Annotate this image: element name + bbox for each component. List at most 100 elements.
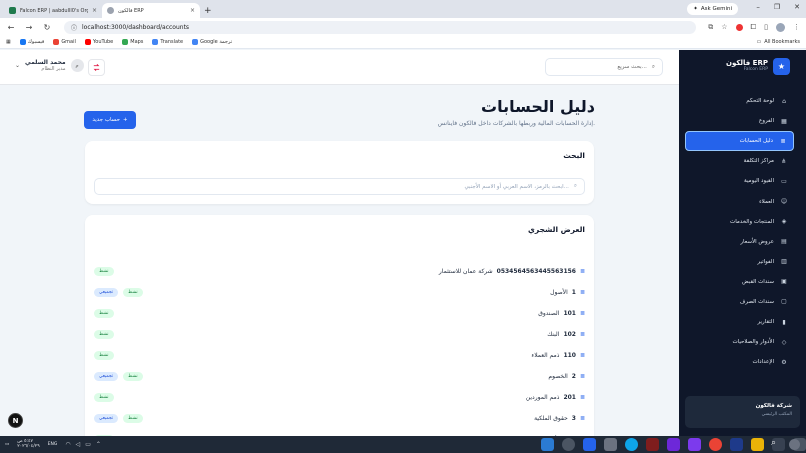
- main-content: حساب جديد + دليل الحسابات إدارة الحسابات…: [0, 85, 679, 436]
- new-tab-button[interactable]: +: [204, 6, 212, 16]
- sidebar-item-0[interactable]: لوحة التحكم ⌂: [685, 91, 794, 111]
- extensions-puzzle-icon[interactable]: ⧠: [751, 23, 757, 32]
- switch-company-button[interactable]: [88, 59, 105, 76]
- settings-icon[interactable]: [562, 438, 575, 451]
- account-search-placeholder: ابحث بالرمز، الاسم العربي أو الاسم الأجن…: [464, 183, 569, 190]
- app-icon[interactable]: [688, 438, 701, 451]
- wifi-icon[interactable]: ◠: [65, 441, 70, 448]
- bookmark-google-translate[interactable]: Google ترجمة: [192, 39, 232, 45]
- browser-tab-falcon-org[interactable]: Falcon ERP | aabdulll0's Org | Su... ×: [4, 3, 102, 18]
- browser-tab-falcon-erp[interactable]: فالكون ERP ×: [102, 3, 200, 18]
- bookmark-youtube[interactable]: YouTube: [84, 39, 113, 45]
- sidebar-item-label: الأدوار والصلاحيات: [732, 339, 774, 346]
- profile-avatar-icon[interactable]: [776, 22, 785, 32]
- close-tab-icon[interactable]: ×: [190, 7, 195, 14]
- nav-icon: ▥: [781, 258, 787, 266]
- bookmark-gmail[interactable]: Gmail: [53, 39, 76, 45]
- quick-search-input[interactable]: بحث سريع... ⌕: [545, 58, 663, 76]
- language-indicator[interactable]: ENG: [48, 442, 58, 447]
- battery-icon[interactable]: ▭: [85, 441, 91, 448]
- sidebar-item-label: العملاء: [759, 198, 774, 205]
- tree-row[interactable]: تجميعي نشط ≣ 1 الأصول: [85, 282, 594, 303]
- tree-row[interactable]: نشط ≣ 101 الصندوق: [85, 303, 594, 324]
- sidebar-item-label: عروض الأسعار: [740, 238, 774, 245]
- sidebar-item-2[interactable]: دليل الحسابات ≣: [685, 131, 794, 152]
- avatar[interactable]: [789, 439, 800, 450]
- menu-dots-icon[interactable]: ⋮: [793, 23, 800, 31]
- tree-row[interactable]: نشط ≣ 110 ذمم العملاء: [85, 345, 594, 366]
- group-badge: تجميعي: [94, 288, 119, 297]
- forward-icon[interactable]: →: [24, 23, 34, 32]
- company-card[interactable]: شركة فالكون المكتب الرئيسي: [685, 396, 800, 428]
- volume-icon[interactable]: ◁: [76, 441, 81, 448]
- apps-grid-icon[interactable]: ▦: [6, 39, 11, 45]
- chevron-up-icon[interactable]: ⌃: [96, 441, 101, 448]
- notification-icon[interactable]: ▭: [5, 442, 9, 447]
- sidebar-item-7[interactable]: عروض الأسعار ▤: [685, 232, 794, 252]
- site-info-icon[interactable]: ⓘ: [71, 23, 77, 32]
- back-icon[interactable]: ←: [6, 23, 16, 32]
- teams-icon[interactable]: [667, 438, 680, 451]
- sidebar-item-6[interactable]: المنتجات والخدمات ◈: [685, 212, 794, 232]
- account-name: الأصول: [550, 289, 568, 296]
- nav-icon: ◇: [781, 338, 787, 346]
- company-name: شركة فالكون: [755, 403, 792, 409]
- extension-icon[interactable]: [735, 23, 743, 31]
- store-icon[interactable]: [604, 438, 617, 451]
- nav-icon: ▢: [781, 298, 787, 306]
- sidebar-item-4[interactable]: القيود اليومية ▭: [685, 171, 794, 191]
- ask-gemini-button[interactable]: ✦ Ask Gemini: [687, 3, 738, 15]
- sidebar-item-5[interactable]: العملاء ☺: [685, 191, 794, 211]
- vscode-icon[interactable]: [541, 438, 554, 451]
- account-tree-icon: ≣: [579, 373, 585, 380]
- status-badge: نشط: [94, 351, 114, 360]
- tree-row[interactable]: نشط ≣ 102 البنك: [85, 324, 594, 345]
- close-window-icon[interactable]: ✕: [794, 3, 800, 11]
- illustrator-icon[interactable]: [646, 438, 659, 451]
- url-input[interactable]: ⓘ localhost:3000/dashboard/accounts: [64, 20, 697, 34]
- explorer-icon[interactable]: [751, 438, 764, 451]
- sidebar-item-1[interactable]: الفروع ▦: [685, 111, 794, 131]
- sidebar-item-10[interactable]: سندات الصرف ▢: [685, 292, 794, 312]
- chrome-icon[interactable]: [709, 438, 722, 451]
- sidebar-item-3[interactable]: مراكز التكلفة ⋔: [685, 151, 794, 171]
- tree-row[interactable]: تجميعي نشط ≣ 3 حقوق الملكية: [85, 408, 594, 429]
- clock[interactable]: ٥:٤٧ ص ٢٠٢٦/٠٤/٢٩: [17, 439, 39, 450]
- status-badge: نشط: [94, 267, 114, 276]
- sidebar-item-8[interactable]: الفواتير ▥: [685, 252, 794, 272]
- reload-icon[interactable]: ↻: [42, 23, 52, 32]
- tree-view-card: العرض الشجري نشط ≣ 0534564563445563156 شركة…: [85, 215, 594, 436]
- bookmark-facebook[interactable]: فيسبوك: [19, 39, 44, 45]
- user-menu[interactable]: ⌄ محمد السلمي مدير النظام م: [15, 59, 84, 72]
- sidebar-item-13[interactable]: الإعدادات ⚙: [685, 352, 794, 372]
- search-icon[interactable]: ⌕: [771, 438, 776, 448]
- bookmark-star-icon[interactable]: ☆: [721, 23, 727, 31]
- translate-icon[interactable]: ⧉: [708, 23, 713, 32]
- sidebar-item-label: الفروع: [759, 118, 774, 125]
- minimize-icon[interactable]: –: [756, 3, 760, 11]
- word-icon[interactable]: [583, 438, 596, 451]
- close-tab-icon[interactable]: ×: [92, 7, 97, 14]
- new-account-button[interactable]: حساب جديد +: [84, 111, 136, 129]
- sidebar-item-12[interactable]: الأدوار والصلاحيات ◇: [685, 332, 794, 352]
- next-dev-tools-button[interactable]: N: [8, 413, 23, 428]
- search-card-title: البحث: [563, 151, 585, 160]
- account-search-input[interactable]: ابحث بالرمز، الاسم العربي أو الاسم الأجن…: [94, 178, 585, 195]
- tree-row[interactable]: نشط ≣ 201 ذمم الموردين: [85, 387, 594, 408]
- sidebar-item-9[interactable]: سندات القبض ▣: [685, 272, 794, 292]
- tree-row[interactable]: نشط≣301رأس المال: [85, 429, 594, 436]
- account-code: 201: [563, 394, 576, 401]
- maximize-icon[interactable]: ❐: [774, 3, 780, 11]
- all-bookmarks-button[interactable]: ▭ All Bookmarks: [757, 39, 800, 45]
- avatar: م: [70, 59, 84, 72]
- account-name: ذمم العملاء: [531, 352, 560, 359]
- sidepanel-icon[interactable]: ▯: [764, 23, 768, 31]
- edge-icon[interactable]: [625, 438, 638, 451]
- tree-row[interactable]: تجميعي نشط ≣ 2 الخصوم: [85, 366, 594, 387]
- bookmark-maps[interactable]: Maps: [122, 39, 143, 45]
- photoshop-icon[interactable]: [730, 438, 743, 451]
- tree-row[interactable]: نشط ≣ 0534564563445563156 شركة عمان للاستثم…: [85, 261, 594, 282]
- page-title: دليل الحسابات: [480, 97, 595, 116]
- sidebar-item-11[interactable]: التقارير ▮: [685, 312, 794, 332]
- bookmark-translate[interactable]: Translate: [152, 39, 183, 45]
